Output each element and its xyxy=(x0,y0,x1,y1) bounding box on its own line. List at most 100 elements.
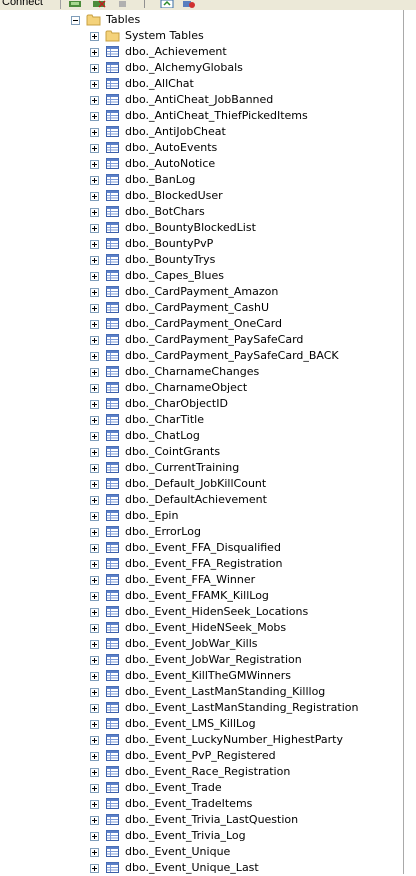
expand-icon[interactable] xyxy=(90,768,99,777)
table-node[interactable]: dbo._CurrentTraining xyxy=(0,460,403,476)
table-node[interactable]: dbo._Event_FFAMK_KillLog xyxy=(0,588,403,604)
expand-icon[interactable] xyxy=(90,864,99,873)
table-node[interactable]: dbo._BountyPvP xyxy=(0,236,403,252)
expand-icon[interactable] xyxy=(90,592,99,601)
table-node[interactable]: dbo._AlchemyGlobals xyxy=(0,60,403,76)
table-node[interactable]: dbo._CardPayment_PaySafeCard_BACK xyxy=(0,348,403,364)
disconnect-icon[interactable] xyxy=(92,0,106,8)
expand-icon[interactable] xyxy=(90,512,99,521)
table-node[interactable]: dbo._Default_JobKillCount xyxy=(0,476,403,492)
expand-icon[interactable] xyxy=(90,544,99,553)
expand-icon[interactable] xyxy=(90,480,99,489)
expand-icon[interactable] xyxy=(90,576,99,585)
expand-icon[interactable] xyxy=(90,400,99,409)
table-node[interactable]: dbo._Event_Trade xyxy=(0,780,403,796)
table-node[interactable]: dbo._Capes_Blues xyxy=(0,268,403,284)
table-node[interactable]: dbo._CharTitle xyxy=(0,412,403,428)
expand-icon[interactable] xyxy=(90,48,99,57)
table-node[interactable]: dbo._AllChat xyxy=(0,76,403,92)
table-node[interactable]: dbo._Event_LastManStanding_Registration xyxy=(0,700,403,716)
expand-icon[interactable] xyxy=(90,272,99,281)
table-node[interactable]: dbo._CardPayment_CashU xyxy=(0,300,403,316)
expand-icon[interactable] xyxy=(90,112,99,121)
table-node[interactable]: dbo._AutoNotice xyxy=(0,156,403,172)
expand-icon[interactable] xyxy=(90,800,99,809)
expand-icon[interactable] xyxy=(90,448,99,457)
table-node[interactable]: dbo._BanLog xyxy=(0,172,403,188)
expand-icon[interactable] xyxy=(90,176,99,185)
expand-icon[interactable] xyxy=(90,624,99,633)
table-node[interactable]: dbo._BountyBlockedList xyxy=(0,220,403,236)
table-node[interactable]: dbo._Event_LuckyNumber_HighestParty xyxy=(0,732,403,748)
table-node[interactable]: dbo._BountyTrys xyxy=(0,252,403,268)
expand-icon[interactable] xyxy=(90,656,99,665)
table-node[interactable]: dbo._AntiJobCheat xyxy=(0,124,403,140)
expand-icon[interactable] xyxy=(90,384,99,393)
table-node[interactable]: dbo._CharnameObject xyxy=(0,380,403,396)
expand-icon[interactable] xyxy=(90,208,99,217)
expand-icon[interactable] xyxy=(90,832,99,841)
table-node[interactable]: dbo._Event_JobWar_Registration xyxy=(0,652,403,668)
table-node[interactable]: dbo._CardPayment_PaySafeCard xyxy=(0,332,403,348)
table-node[interactable]: dbo._CointGrants xyxy=(0,444,403,460)
expand-icon[interactable] xyxy=(90,752,99,761)
expand-icon[interactable] xyxy=(90,368,99,377)
table-node[interactable]: dbo._Event_HideNSeek_Mobs xyxy=(0,620,403,636)
table-node[interactable]: dbo._Event_JobWar_Kills xyxy=(0,636,403,652)
table-node[interactable]: dbo._Event_LastManStanding_Killlog xyxy=(0,684,403,700)
connect-button[interactable]: Connect xyxy=(2,0,43,8)
table-node[interactable]: dbo._Event_Trivia_Log xyxy=(0,828,403,844)
table-node[interactable]: dbo._Event_Unique xyxy=(0,844,403,860)
expand-icon[interactable] xyxy=(90,80,99,89)
connect-object-explorer-icon[interactable] xyxy=(68,0,82,8)
expand-icon[interactable] xyxy=(90,304,99,313)
expand-icon[interactable] xyxy=(90,32,99,41)
table-node[interactable]: dbo._CharObjectID xyxy=(0,396,403,412)
expand-icon[interactable] xyxy=(90,528,99,537)
expand-icon[interactable] xyxy=(90,288,99,297)
expand-icon[interactable] xyxy=(90,560,99,569)
expand-icon[interactable] xyxy=(90,704,99,713)
expand-icon[interactable] xyxy=(90,608,99,617)
expand-icon[interactable] xyxy=(90,688,99,697)
expand-icon[interactable] xyxy=(90,816,99,825)
expand-icon[interactable] xyxy=(90,432,99,441)
expand-icon[interactable] xyxy=(90,192,99,201)
table-node[interactable]: dbo._Event_Trivia_LastQuestion xyxy=(0,812,403,828)
expand-icon[interactable] xyxy=(90,736,99,745)
table-node[interactable]: dbo._AutoEvents xyxy=(0,140,403,156)
table-node[interactable]: dbo._DefaultAchievement xyxy=(0,492,403,508)
table-node[interactable]: dbo._Epin xyxy=(0,508,403,524)
expand-icon[interactable] xyxy=(90,720,99,729)
expand-icon[interactable] xyxy=(90,416,99,425)
expand-icon[interactable] xyxy=(90,224,99,233)
table-node[interactable]: dbo._BotChars xyxy=(0,204,403,220)
table-node[interactable]: dbo._Event_Race_Registration xyxy=(0,764,403,780)
expand-icon[interactable] xyxy=(90,256,99,265)
expand-icon[interactable] xyxy=(90,144,99,153)
tree-node-system-tables[interactable]: System Tables xyxy=(0,28,403,44)
expand-icon[interactable] xyxy=(90,64,99,73)
refresh-icon[interactable] xyxy=(160,0,174,8)
expand-icon[interactable] xyxy=(90,160,99,169)
collapse-icon[interactable] xyxy=(71,16,80,25)
expand-icon[interactable] xyxy=(90,96,99,105)
table-node[interactable]: dbo._CardPayment_Amazon xyxy=(0,284,403,300)
table-node[interactable]: dbo._Event_LMS_KillLog xyxy=(0,716,403,732)
table-node[interactable]: dbo._ChatLog xyxy=(0,428,403,444)
expand-icon[interactable] xyxy=(90,848,99,857)
expand-icon[interactable] xyxy=(90,640,99,649)
expand-icon[interactable] xyxy=(90,784,99,793)
delete-icon[interactable] xyxy=(182,0,196,8)
expand-icon[interactable] xyxy=(90,672,99,681)
expand-icon[interactable] xyxy=(90,320,99,329)
expand-icon[interactable] xyxy=(90,464,99,473)
table-node[interactable]: dbo._CharnameChanges xyxy=(0,364,403,380)
table-node[interactable]: dbo._Achievement xyxy=(0,44,403,60)
tree-node-tables[interactable]: Tables xyxy=(0,12,403,28)
table-node[interactable]: dbo._Event_HidenSeek_Locations xyxy=(0,604,403,620)
table-node[interactable]: dbo._CardPayment_OneCard xyxy=(0,316,403,332)
table-node[interactable]: dbo._Event_FFA_Winner xyxy=(0,572,403,588)
filter-icon[interactable] xyxy=(138,0,152,8)
expand-icon[interactable] xyxy=(90,128,99,137)
